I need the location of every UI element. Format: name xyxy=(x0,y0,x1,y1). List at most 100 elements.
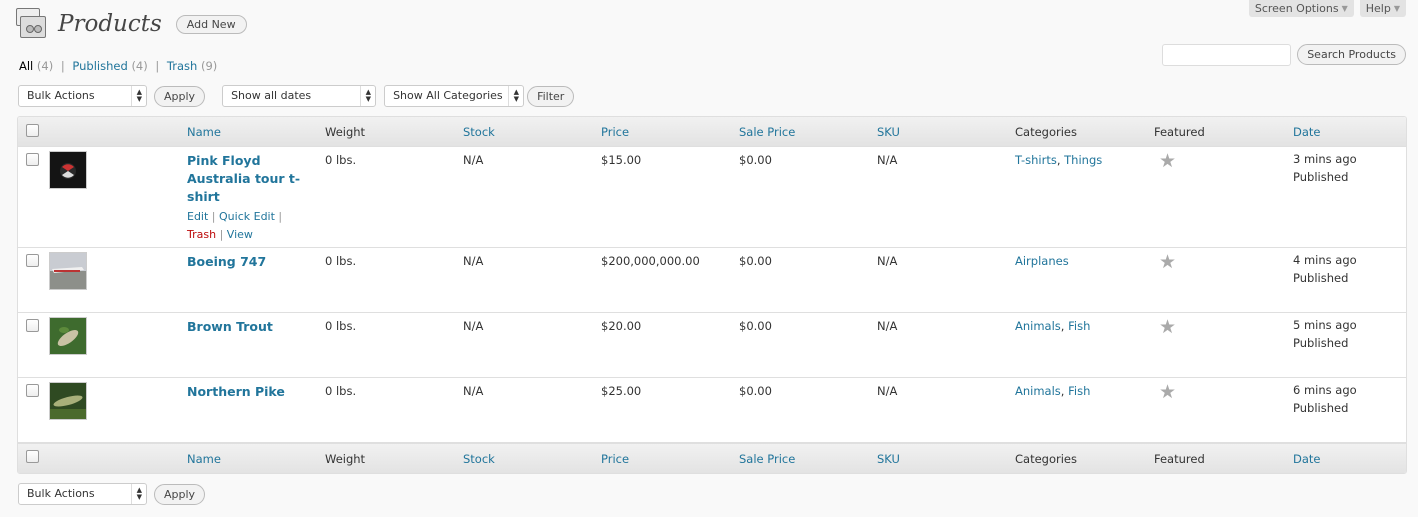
row-checkbox[interactable] xyxy=(26,153,39,166)
category-link[interactable]: T-shirts xyxy=(1015,153,1057,167)
star-icon[interactable]: ★ xyxy=(1159,152,1176,171)
chevron-down-icon: ▼ xyxy=(1393,4,1400,13)
product-status: Published xyxy=(1293,170,1349,184)
column-name[interactable]: Name xyxy=(187,125,221,139)
star-icon[interactable]: ★ xyxy=(1159,253,1176,272)
add-new-button[interactable]: Add New xyxy=(175,14,247,34)
product-price: $25.00 xyxy=(601,384,642,398)
product-sku: N/A xyxy=(877,319,898,333)
product-price: $15.00 xyxy=(601,153,642,167)
product-categories: Animals, Fish xyxy=(1015,319,1091,333)
products-table: Name Weight Stock Price Sale Price SKU C… xyxy=(17,116,1407,474)
product-weight: 0 lbs. xyxy=(325,153,357,167)
row-checkbox[interactable] xyxy=(26,254,39,267)
product-date: 6 mins ago Published xyxy=(1293,383,1357,415)
table-header: Name Weight Stock Price Sale Price SKU C… xyxy=(18,117,1406,147)
quick-edit-link[interactable]: Quick Edit xyxy=(219,210,275,223)
column-sale-price[interactable]: Sale Price xyxy=(739,452,795,466)
page-title: Products xyxy=(58,11,162,37)
star-icon[interactable]: ★ xyxy=(1159,318,1176,337)
view-trash-link[interactable]: Trash (9) xyxy=(167,59,217,73)
column-sku[interactable]: SKU xyxy=(877,452,900,466)
product-date: 4 mins ago Published xyxy=(1293,253,1357,285)
column-sku[interactable]: SKU xyxy=(877,125,900,139)
product-thumbnail[interactable] xyxy=(49,382,87,420)
product-sku: N/A xyxy=(877,254,898,268)
product-thumbnail[interactable] xyxy=(49,252,87,290)
search-products-button[interactable]: Search Products xyxy=(1297,44,1406,65)
status-filter-links: All (4) | Published (4) | Trash (9) xyxy=(19,59,218,73)
column-name[interactable]: Name xyxy=(187,452,221,466)
column-date[interactable]: Date xyxy=(1293,125,1321,139)
column-stock[interactable]: Stock xyxy=(463,125,495,139)
select-arrows-icon: ▲ ▼ xyxy=(136,88,142,103)
table-footer: Name Weight Stock Price Sale Price SKU C… xyxy=(18,443,1406,473)
row-checkbox[interactable] xyxy=(26,319,39,332)
product-sale-price: $0.00 xyxy=(739,319,772,333)
column-stock[interactable]: Stock xyxy=(463,452,495,466)
product-price: $20.00 xyxy=(601,319,642,333)
product-stock: N/A xyxy=(463,254,484,268)
product-date: 5 mins ago Published xyxy=(1293,318,1357,350)
screen-options-label: Screen Options xyxy=(1254,2,1339,15)
chevron-down-icon: ▼ xyxy=(1341,4,1348,13)
search-box: Search Products xyxy=(1162,44,1406,66)
screen-options-tab[interactable]: Screen Options ▼ xyxy=(1248,0,1354,17)
trash-link[interactable]: Trash xyxy=(187,228,216,241)
table-row: Pink Floyd Australia tour t-shirt Edit |… xyxy=(18,147,1406,248)
view-link[interactable]: View xyxy=(227,228,253,241)
product-name-link[interactable]: Pink Floyd Australia tour t-shirt xyxy=(187,152,307,206)
product-status: Published xyxy=(1293,336,1349,350)
category-link[interactable]: Fish xyxy=(1068,319,1090,333)
tablenav-top: Bulk Actions ▲ ▼ Apply Show all dates ▲ ▼ … xyxy=(18,85,575,107)
column-price[interactable]: Price xyxy=(601,125,629,139)
product-date: 3 mins ago Published xyxy=(1293,152,1357,184)
product-name-link[interactable]: Brown Trout xyxy=(187,318,307,336)
filter-button[interactable]: Filter xyxy=(527,85,575,107)
column-date[interactable]: Date xyxy=(1293,452,1321,466)
category-link[interactable]: Fish xyxy=(1068,384,1090,398)
screen-meta-links: Screen Options ▼ Help ▼ xyxy=(1248,0,1406,17)
row-checkbox[interactable] xyxy=(26,384,39,397)
product-sale-price: $0.00 xyxy=(739,254,772,268)
product-weight: 0 lbs. xyxy=(325,384,357,398)
table-row: Brown Trout 0 lbs. N/A $20.00 $0.00 N/A … xyxy=(18,313,1406,378)
select-arrows-icon: ▲ ▼ xyxy=(365,88,372,103)
column-sale-price[interactable]: Sale Price xyxy=(739,125,795,139)
tablenav-bottom: Bulk Actions ▲ ▼ Apply xyxy=(18,483,206,505)
star-icon[interactable]: ★ xyxy=(1159,383,1176,402)
category-filter-select[interactable]: Show All Categories ▲ ▼ xyxy=(384,85,525,107)
select-arrows-icon: ▲ ▼ xyxy=(136,486,142,501)
category-link[interactable]: Animals xyxy=(1015,319,1061,333)
bulk-actions-select[interactable]: Bulk Actions ▲ ▼ xyxy=(18,483,147,505)
product-status: Published xyxy=(1293,271,1349,285)
product-sku: N/A xyxy=(877,153,898,167)
apply-button[interactable]: Apply xyxy=(154,483,206,505)
row-actions: Edit | Quick Edit | Trash | View xyxy=(187,210,283,241)
apply-button[interactable]: Apply xyxy=(154,85,206,107)
search-input[interactable] xyxy=(1162,44,1292,66)
date-filter-select[interactable]: Show all dates ▲ ▼ xyxy=(222,85,377,107)
select-all-checkbox[interactable] xyxy=(26,124,39,137)
category-link[interactable]: Things xyxy=(1064,153,1102,167)
column-categories: Categories xyxy=(1015,452,1077,466)
product-thumbnail[interactable] xyxy=(49,151,87,189)
column-price[interactable]: Price xyxy=(601,452,629,466)
product-name-link[interactable]: Northern Pike xyxy=(187,383,307,401)
select-all-checkbox[interactable] xyxy=(26,450,39,463)
help-tab[interactable]: Help ▼ xyxy=(1359,0,1406,17)
product-stock: N/A xyxy=(463,384,484,398)
category-link[interactable]: Animals xyxy=(1015,384,1061,398)
edit-link[interactable]: Edit xyxy=(187,210,208,223)
help-label: Help xyxy=(1365,2,1391,15)
page-header: Products Add New xyxy=(16,8,247,40)
select-arrows-icon: ▲ ▼ xyxy=(513,88,520,103)
product-stock: N/A xyxy=(463,153,484,167)
view-all-link[interactable]: All (4) xyxy=(19,59,53,73)
product-thumbnail[interactable] xyxy=(49,317,87,355)
product-categories: Airplanes xyxy=(1015,254,1069,268)
view-published-link[interactable]: Published (4) xyxy=(72,59,147,73)
bulk-actions-select[interactable]: Bulk Actions ▲ ▼ xyxy=(18,85,147,107)
product-name-link[interactable]: Boeing 747 xyxy=(187,253,307,271)
category-link[interactable]: Airplanes xyxy=(1015,254,1069,268)
